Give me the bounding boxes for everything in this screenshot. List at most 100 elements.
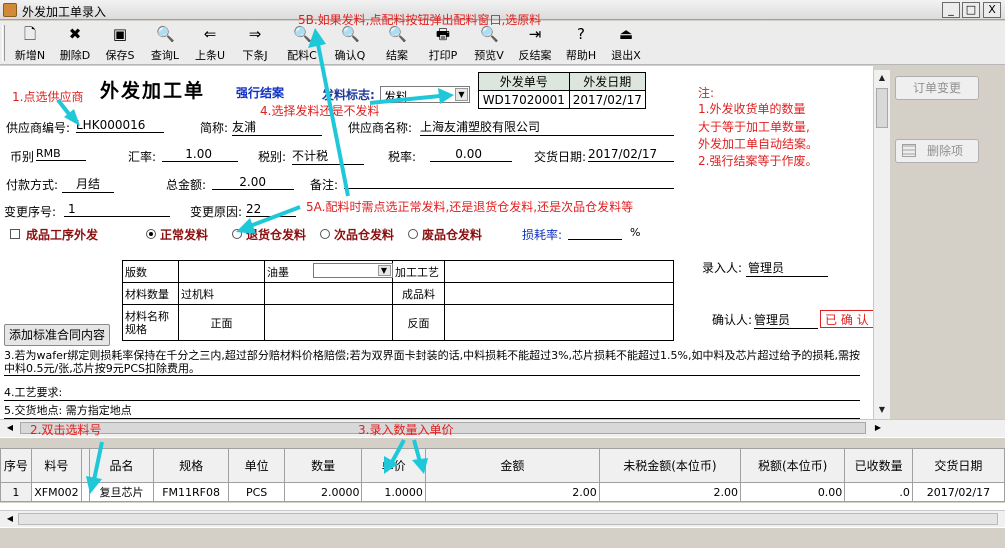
note-title: 注: [698,86,715,100]
maximize-button[interactable]: □ [962,2,980,18]
grid-cell-0-12[interactable]: 2017/02/17 [911,482,1005,502]
force-close-link[interactable]: 强行结案 [236,84,284,101]
grid-header-0[interactable]: 序号 [0,448,32,483]
grid-cell-0-5[interactable]: PCS [228,482,285,502]
splitter[interactable] [0,437,1005,448]
grid-header-5[interactable]: 单位 [228,448,285,483]
grid-header-6[interactable]: 数量 [283,448,363,483]
grid-cell-0-0[interactable]: 1 [0,482,32,502]
toolbar-print-button[interactable]: 🖶 打印P [420,23,466,63]
toolbar-confirm-button[interactable]: 🔍 确认Q [326,23,374,63]
toolbar-exit-button[interactable]: ⏏ 退出X [604,23,648,63]
payment-field[interactable]: 月结 [62,175,114,193]
mt-front-field[interactable] [264,304,393,341]
mt-process-field[interactable] [444,260,674,283]
short-name-field[interactable]: 友浦 [232,118,322,136]
contract-clause-4[interactable]: 4.工艺要求: [4,384,860,401]
grid-scroll-left-icon[interactable]: ◀ [2,511,18,527]
scroll-up-icon[interactable]: ▲ [874,70,890,86]
toolbar-prev-button[interactable]: ⇐ 上条U [188,23,232,63]
contract-clause-3[interactable]: 3.若为wafer绑定则损耗率保持在千分之三内,超过部分赔材料价格赔偿;若为双界… [4,349,860,376]
finished-outsource-checkbox[interactable] [10,229,20,239]
grid-cell-0-6[interactable]: 2.0000 [283,482,363,502]
grid-header-3[interactable]: 品名 [89,448,154,483]
scroll-left-icon[interactable]: ◀ [2,420,18,436]
grid-cell-0-2[interactable] [81,482,91,502]
grid-hscroll-track[interactable] [18,513,998,525]
loss-rate-field[interactable] [568,226,622,240]
grid-cell-0-3[interactable]: 复旦芯片 [89,482,154,502]
radio-return-label: 退货仓发料 [246,228,307,242]
grid-cell-0-8[interactable]: 2.00 [424,482,600,502]
issue-flag-select[interactable]: 发料 ▼ [380,86,470,104]
grid-cell-0-7[interactable]: 1.0000 [361,482,426,502]
entered-by-field[interactable]: 管理员 [746,259,828,277]
order-change-button[interactable]: 订单变更 [895,76,979,100]
remark-field[interactable] [344,175,674,189]
grid-header-9[interactable]: 未税金额(本位币) [598,448,741,483]
total-field[interactable]: 2.00 [212,175,294,190]
grid-cell-0-9[interactable]: 2.00 [598,482,741,502]
toolbar-next-button[interactable]: ⇒ 下条J [232,23,278,63]
toolbar-delete-button[interactable]: ✖ 删除D [52,23,98,63]
toolbar-new-button[interactable]: 🗋 新增N [8,23,52,63]
scroll-right-icon[interactable]: ▶ [870,420,886,436]
grid-header-4[interactable]: 规格 [152,448,230,483]
mt-finished-field[interactable] [444,282,674,305]
grid-header-1[interactable]: 料号 [30,448,83,483]
add-contract-button[interactable]: 添加标准合同内容 [4,324,110,346]
ink-combo[interactable]: ▼ [312,263,393,278]
grid-header-2[interactable] [81,448,91,483]
grid-header-8[interactable]: 金额 [424,448,600,483]
grid-header-7[interactable]: 单价 [361,448,426,483]
table-row[interactable]: 1 XFM002 复旦芯片 FM11RF08 PCS 2.0000 1.0000 2.00 2.… [0,482,1005,502]
mt-ink-select[interactable]: ▼ [300,260,393,283]
radio-normal-issue[interactable] [146,229,156,239]
delivery-date-field[interactable]: 2017/02/17 [588,147,674,162]
toolbar-close_case-button[interactable]: 🔍 结案 [374,23,420,63]
change-reason-field[interactable]: 22 [246,202,296,217]
mt-back-field[interactable] [444,304,674,341]
order-no-header: 外发单号 [478,72,570,91]
grid-horizontal-scrollbar[interactable]: ◀ [0,510,1005,527]
mt-overlay-field[interactable] [264,282,393,305]
toolbar-save-button[interactable]: ▣ 保存S [98,23,142,63]
toolbar-exit-label: 退出X [611,49,641,62]
toolbar-material-button[interactable]: 🔍 配料C [278,23,326,63]
grid-header-11[interactable]: 已收数量 [844,448,913,483]
rate-field[interactable]: 1.00 [162,147,238,162]
toolbar-query-label: 查询L [150,49,180,62]
grid-cell-0-11[interactable]: .0 [844,482,913,502]
scroll-down-icon[interactable]: ▼ [874,402,890,418]
supplier-name-field[interactable]: 上海友浦塑胶有限公司 [420,118,674,136]
minimize-button[interactable]: _ [942,2,960,18]
annotation-step2: 2.双击选料号 [30,423,102,437]
tax-type-field[interactable]: 不计税 [292,147,364,165]
radio-waste-warehouse[interactable] [408,229,418,239]
currency-field[interactable]: RMB [36,147,86,161]
grid-header-10[interactable]: 税额(本位币) [739,448,846,483]
mt-version-field[interactable] [178,260,265,283]
toolbar-query-button[interactable]: 🔍 查询L [142,23,188,63]
delete-item-button[interactable]: 删除项 [895,139,979,163]
supplier-code-field[interactable]: LHK000016 [76,118,164,133]
arrow-right-icon: ⇒ [248,25,262,43]
toolbar-unclose-button[interactable]: ⇥ 反结案 [512,23,558,63]
close-button[interactable]: X [983,2,1001,18]
scroll-thumb[interactable] [876,88,888,128]
toolbar-help-button[interactable]: ? 帮助H [558,23,604,63]
form-horizontal-scrollbar[interactable]: ◀ ▶ [0,419,1005,437]
grid-cell-0-10[interactable]: 0.00 [739,482,846,502]
toolbar-preview-button[interactable]: 🔍 预览V [466,23,512,63]
grid-header-12[interactable]: 交货日期 [911,448,1005,483]
grid-cell-0-1[interactable]: XFM002 [30,482,83,502]
change-no-field[interactable]: 1 [64,202,170,217]
confirmed-by-field[interactable]: 管理员 [754,311,818,329]
contract-clause-5[interactable]: 5.交货地点: 需方指定地点 [4,402,860,419]
form-vertical-scrollbar[interactable]: ▲ ▼ [873,70,890,419]
grid-cell-0-4[interactable]: FM11RF08 [152,482,230,502]
radio-return-warehouse[interactable] [232,229,242,239]
radio-secondary-warehouse[interactable] [320,229,330,239]
tax-rate-field[interactable]: 0.00 [430,147,512,162]
help-icon: ? [577,25,585,43]
